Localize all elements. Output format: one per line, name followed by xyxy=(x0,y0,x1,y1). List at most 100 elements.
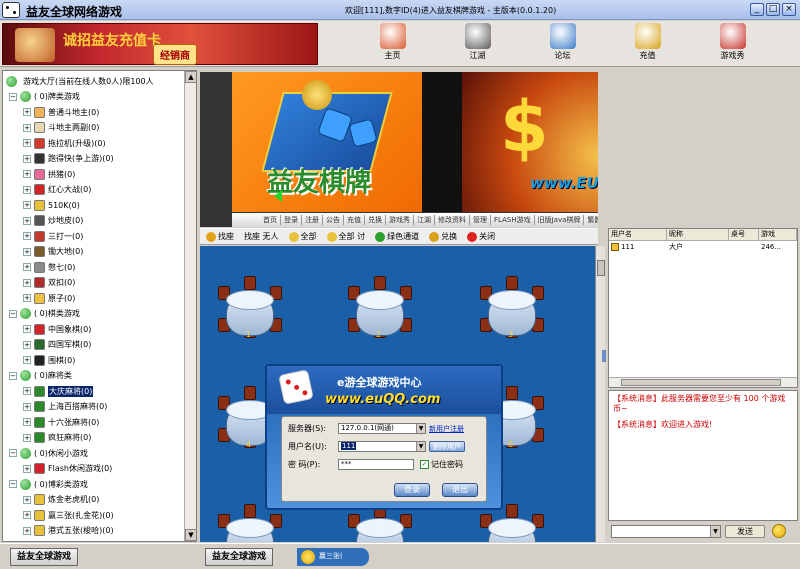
register-link[interactable]: 新用户注册 xyxy=(429,424,464,434)
col-username[interactable]: 用户名 xyxy=(609,229,667,240)
send-button[interactable]: 发送 xyxy=(725,525,765,538)
tree-game-item[interactable]: + 四国军棋(0) xyxy=(3,337,185,353)
web-link[interactable]: 兑换 xyxy=(365,215,386,225)
tree-category[interactable]: − ( 0)牌类游戏 xyxy=(3,89,185,105)
web-link[interactable]: 江湖 xyxy=(414,215,435,225)
expand-icon[interactable]: + xyxy=(23,433,31,442)
tree-game-item[interactable]: + 上海百搭麻将(0) xyxy=(3,399,185,415)
tree-game-item[interactable]: + 大庆麻将(0) xyxy=(3,384,185,400)
col-game[interactable]: 游戏 xyxy=(759,229,797,240)
delete-user-button[interactable]: 删除用户 xyxy=(429,441,465,452)
room-tool-6[interactable]: 关闭 xyxy=(467,231,495,242)
user-row[interactable]: 111 大户 246... xyxy=(609,241,797,253)
tree-game-item[interactable]: +510K(0) xyxy=(3,198,185,214)
tab-hall[interactable]: 益友全球游戏 xyxy=(10,548,79,566)
expand-icon[interactable]: + xyxy=(23,402,31,411)
scroll-up-arrow-icon[interactable]: ▲ xyxy=(185,71,196,83)
smiley-icon[interactable] xyxy=(772,524,786,538)
collapse-icon[interactable]: − xyxy=(9,309,17,318)
web-link[interactable]: FLASH游戏 xyxy=(491,215,535,225)
collapse-icon[interactable]: − xyxy=(9,371,17,380)
game-table[interactable]: 2 xyxy=(348,276,412,339)
tree-game-item[interactable]: + 炒地皮(0) xyxy=(3,213,185,229)
expand-icon[interactable]: + xyxy=(23,108,31,117)
expand-icon[interactable]: + xyxy=(23,278,31,287)
room-scrollbar[interactable] xyxy=(595,246,605,542)
expand-icon[interactable]: + xyxy=(23,495,31,504)
tree-category[interactable]: − ( 0)博彩类游戏 xyxy=(3,477,185,493)
maximize-button[interactable]: □ xyxy=(766,3,780,16)
tree-game-item[interactable]: + 憋七(0) xyxy=(3,260,185,276)
chair-seat[interactable] xyxy=(506,504,518,518)
collapse-icon[interactable]: − xyxy=(9,92,17,101)
chair-seat[interactable] xyxy=(506,386,518,400)
chair-seat[interactable] xyxy=(244,386,256,400)
chevron-down-icon[interactable]: ▼ xyxy=(710,526,720,537)
expand-icon[interactable]: + xyxy=(23,216,31,225)
tree-game-item[interactable]: + 锄大地(0) xyxy=(3,244,185,260)
web-banner[interactable]: 益友棋牌 www.EUQQ.com $ 首页登录注册公告充值兑换游戏秀江湖修改资… xyxy=(200,72,598,227)
web-link[interactable]: 管理 xyxy=(470,215,491,225)
collapse-icon[interactable]: − xyxy=(9,449,17,458)
expand-icon[interactable]: + xyxy=(23,170,31,179)
game-table[interactable] xyxy=(218,504,282,542)
expand-icon[interactable]: + xyxy=(23,526,31,535)
nav-item-3[interactable]: 充值 xyxy=(605,21,690,65)
tree-game-item[interactable]: + 双扣(0) xyxy=(3,275,185,291)
expand-icon[interactable]: + xyxy=(23,294,31,303)
tree-game-item[interactable]: +幸运21点(0) xyxy=(3,539,185,541)
close-button[interactable]: × xyxy=(782,3,796,16)
expand-icon[interactable]: + xyxy=(23,201,31,210)
tree-game-item[interactable]: + 三打一(0) xyxy=(3,229,185,245)
room-tool-0[interactable]: 找座 xyxy=(206,231,234,242)
user-list-hscroll[interactable] xyxy=(609,377,797,387)
scroll-thumb[interactable] xyxy=(597,260,605,276)
web-link[interactable]: 首页 xyxy=(260,215,281,225)
chair-seat[interactable] xyxy=(374,276,386,290)
web-link[interactable]: 充值 xyxy=(344,215,365,225)
tree-game-item[interactable]: + 疯狂麻将(0) xyxy=(3,430,185,446)
ad-banner[interactable]: 诚招益友充值卡 经销商 xyxy=(2,23,318,65)
expand-icon[interactable]: + xyxy=(23,263,31,272)
web-link[interactable]: 旧版Java棋牌 xyxy=(535,215,585,225)
web-link[interactable]: 公告 xyxy=(323,215,344,225)
collapse-icon[interactable]: − xyxy=(9,480,17,489)
tree-game-item[interactable]: + 原子(0) xyxy=(3,291,185,307)
scroll-thumb[interactable] xyxy=(621,379,781,386)
tree-game-item[interactable]: + 港式五张(梭哈)(0) xyxy=(3,523,185,539)
server-select[interactable]: 127.0.0.1(网通) ▼ xyxy=(338,423,426,434)
web-link[interactable]: 繁體 xyxy=(584,215,598,225)
room-tool-5[interactable]: 兑换 xyxy=(429,231,457,242)
tree-game-item[interactable]: + 拖拉机(升级)(0) xyxy=(3,136,185,152)
expand-icon[interactable]: + xyxy=(23,464,31,473)
web-link[interactable]: 修改资料 xyxy=(435,215,470,225)
expand-icon[interactable]: + xyxy=(23,418,31,427)
login-button[interactable]: 登录 xyxy=(394,483,430,497)
exit-button[interactable]: 退出 xyxy=(442,483,478,497)
expand-icon[interactable]: + xyxy=(23,185,31,194)
nav-item-0[interactable]: 主页 xyxy=(350,21,435,65)
tree-game-item[interactable]: + 炼金老虎机(0) xyxy=(3,492,185,508)
expand-icon[interactable]: + xyxy=(23,123,31,132)
tree-game-item[interactable]: + 跑得快(争上游)(0) xyxy=(3,151,185,167)
chair-seat[interactable] xyxy=(506,276,518,290)
expand-icon[interactable]: + xyxy=(23,154,31,163)
game-table[interactable] xyxy=(480,504,544,542)
tree-game-item[interactable]: + 斗地主两副(0) xyxy=(3,120,185,136)
minimize-button[interactable]: _ xyxy=(750,3,764,16)
expand-icon[interactable]: + xyxy=(23,232,31,241)
tree-game-item[interactable]: + 围棋(0) xyxy=(3,353,185,369)
tab-hall-2[interactable]: 益友全球游戏 xyxy=(205,548,274,566)
remember-password-checkbox[interactable]: ✓ xyxy=(420,460,429,469)
tab-game-room[interactable]: 赢三张( xyxy=(297,548,369,566)
tree-game-item[interactable]: + 普通斗地主(0) xyxy=(3,105,185,121)
nav-item-2[interactable]: 论坛 xyxy=(520,21,605,65)
expand-icon[interactable]: + xyxy=(23,340,31,349)
tree-game-item[interactable]: + 拱猪(0) xyxy=(3,167,185,183)
web-link[interactable]: 注册 xyxy=(302,215,323,225)
col-table[interactable]: 桌号 xyxy=(729,229,759,240)
tree-game-item[interactable]: + 十六张麻将(0) xyxy=(3,415,185,431)
room-tool-1[interactable]: 找座 无人 xyxy=(244,231,279,242)
pane-divider[interactable] xyxy=(602,350,606,362)
scroll-down-arrow-icon[interactable]: ▼ xyxy=(185,529,196,541)
